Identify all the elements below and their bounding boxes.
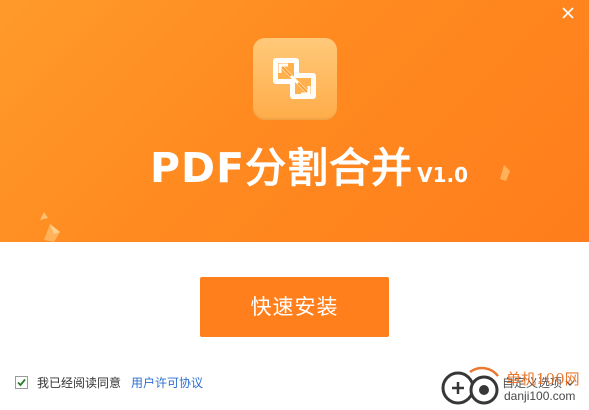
pdf-split-merge-icon [273,58,316,99]
quick-install-button[interactable]: 快速安装 [200,277,389,337]
agree-checkbox[interactable] [15,375,28,389]
app-title: PDF分割合并 V1.0 [150,140,468,190]
watermark-site-name: 单机100网 [506,370,580,388]
app-version: V1.0 [417,163,469,187]
agree-label: 我已经阅读同意 [37,375,122,390]
checkmark-icon [17,378,26,386]
decorative-shard-right [500,165,510,181]
decorative-shard-left [44,224,60,242]
close-icon [562,7,574,19]
site-watermark: 单机100网 danji100.com [440,362,589,410]
license-agreement: 我已经阅读同意 用户许可协议 [15,374,203,390]
watermark-site-url: danji100.com [504,389,576,403]
decorative-shard-mid [40,212,48,220]
header-banner: PDF分割合并 V1.0 [0,0,589,242]
watermark-logo-icon [441,366,499,405]
app-logo [253,38,337,120]
license-link[interactable]: 用户许可协议 [131,374,203,391]
app-title-text: PDF分割合并 [150,144,414,192]
close-button[interactable] [559,4,577,22]
